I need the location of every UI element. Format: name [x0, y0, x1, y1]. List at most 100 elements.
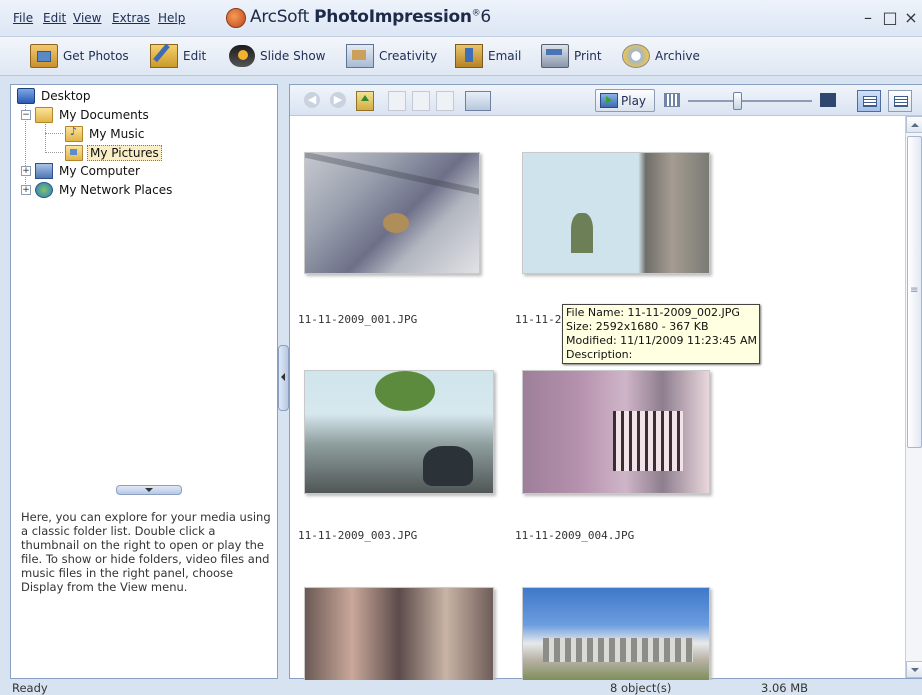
- status-object-count: 8 object(s): [610, 681, 672, 695]
- tree-item-my-documents[interactable]: − My Documents: [21, 106, 151, 124]
- up-folder-icon[interactable]: [356, 91, 374, 111]
- edit-icon: [150, 44, 178, 68]
- creativity-button[interactable]: Creativity: [346, 43, 437, 69]
- thumbnail-filename: 11-11-20: [515, 313, 568, 326]
- folder-icon: [35, 107, 53, 123]
- maximize-button[interactable]: □: [882, 8, 898, 27]
- creativity-label: Creativity: [379, 49, 438, 63]
- scroll-up-button[interactable]: [906, 116, 922, 133]
- tree-item-my-music[interactable]: My Music: [65, 125, 146, 143]
- tree-item-label: Desktop: [41, 89, 91, 103]
- get-photos-label: Get Photos: [63, 49, 129, 63]
- view-toolbar: ◀ ▶ Play: [290, 85, 922, 116]
- tree-item-my-computer[interactable]: + My Computer: [21, 162, 142, 180]
- tree-connector: [45, 133, 63, 134]
- thumbnail-image-004[interactable]: [522, 370, 710, 494]
- tree-item-my-network-places[interactable]: + My Network Places: [21, 181, 174, 199]
- play-label: Play: [621, 93, 647, 108]
- status-bar: Ready 8 object(s) 3.06 MB: [0, 680, 922, 695]
- tooltip-size: Size: 2592x1680 - 367 KB: [566, 320, 709, 333]
- title-menu-bar: File Edit View Extras Help ArcSoft Photo…: [0, 0, 922, 37]
- get-photos-button[interactable]: Get Photos: [30, 43, 129, 69]
- delete-icon[interactable]: [436, 91, 454, 111]
- tree-item-my-pictures[interactable]: My Pictures: [65, 144, 162, 162]
- archive-button[interactable]: Archive: [622, 43, 700, 69]
- help-description: Here, you can explore for your media usi…: [21, 510, 271, 594]
- email-label: Email: [488, 49, 522, 63]
- vertical-splitter-handle[interactable]: [278, 345, 289, 411]
- desktop-icon: [17, 88, 35, 104]
- forward-icon[interactable]: ▶: [330, 92, 346, 108]
- creativity-icon: [346, 44, 374, 68]
- vertical-scrollbar[interactable]: [905, 116, 922, 678]
- display-options-icon[interactable]: [465, 91, 491, 111]
- music-folder-icon: [65, 125, 83, 142]
- thumbnail-size-track[interactable]: [688, 100, 812, 102]
- minimize-button[interactable]: –: [860, 8, 876, 27]
- tree-item-label: My Documents: [59, 108, 149, 122]
- app-title: ArcSoft PhotoImpression®6: [250, 7, 491, 27]
- expand-toggle[interactable]: +: [21, 166, 31, 176]
- tooltip-file-name: File Name: 11-11-2009_002.JPG: [566, 306, 740, 319]
- thumbnail-image-005[interactable]: [304, 587, 494, 681]
- edit-button[interactable]: Edit: [150, 43, 206, 69]
- scroll-down-button[interactable]: [906, 661, 922, 678]
- main-toolbar: Get Photos Edit Slide Show Creativity Em…: [0, 37, 922, 76]
- play-button[interactable]: Play: [595, 89, 655, 112]
- menu-edit[interactable]: Edit: [43, 11, 66, 25]
- thumbnail-image-006[interactable]: [522, 587, 710, 681]
- menu-view[interactable]: View: [73, 11, 101, 25]
- print-label: Print: [574, 49, 602, 63]
- app-title-version: 6: [480, 7, 491, 27]
- thumbnail-image-001[interactable]: [304, 152, 480, 274]
- tooltip-description: Description:: [566, 348, 633, 361]
- thumbnail-image-003[interactable]: [304, 370, 494, 494]
- archive-label: Archive: [655, 49, 700, 63]
- folder-tree-panel: Desktop − My Documents My Music My Pictu…: [10, 84, 278, 679]
- tree-connector: [45, 121, 46, 153]
- thumbnail-filename: 11-11-2009_004.JPG: [515, 529, 635, 542]
- thumbnail-filename: 11-11-2009_001.JPG: [298, 313, 418, 326]
- file-info-tooltip: File Name: 11-11-2009_002.JPG Size: 2592…: [562, 304, 760, 364]
- slide-show-icon: [229, 45, 255, 67]
- tooltip-modified: Modified: 11/11/2009 11:23:45 AM: [566, 334, 757, 347]
- expand-toggle[interactable]: +: [21, 185, 31, 195]
- archive-icon: [622, 44, 650, 68]
- close-button[interactable]: ×: [903, 8, 919, 27]
- rotate-left-icon[interactable]: [388, 91, 406, 111]
- thumbnail-panel: ◀ ▶ Play 11-11-2009_001.JPG 11-11-20 11-…: [289, 84, 922, 681]
- menu-extras[interactable]: Extras: [112, 11, 150, 25]
- app-title-product: PhotoImpression: [314, 7, 472, 27]
- rotate-right-icon[interactable]: [412, 91, 430, 111]
- details-view-icon[interactable]: [888, 90, 912, 112]
- menu-file[interactable]: File: [13, 11, 33, 25]
- panel-splitter-handle[interactable]: [116, 485, 182, 495]
- collapse-toggle[interactable]: −: [21, 110, 31, 120]
- tree-item-desktop[interactable]: Desktop: [17, 87, 93, 105]
- edit-label: Edit: [183, 49, 207, 63]
- email-button[interactable]: Email: [455, 43, 521, 69]
- tree-connector: [45, 152, 63, 153]
- email-icon: [455, 44, 483, 68]
- tree-item-label: My Music: [89, 127, 145, 141]
- slide-show-button[interactable]: Slide Show: [229, 43, 325, 69]
- status-total-size: 3.06 MB: [761, 681, 809, 695]
- status-ready: Ready: [12, 681, 48, 695]
- thumbnail-view-icon[interactable]: [857, 90, 881, 112]
- scrollbar-thumb[interactable]: [907, 136, 922, 448]
- tree-item-label: My Pictures: [87, 145, 162, 161]
- thumbnail-size-slider[interactable]: [733, 92, 742, 110]
- large-thumbnails-icon[interactable]: [820, 93, 836, 107]
- pictures-folder-icon: [65, 145, 83, 161]
- tree-item-label: My Computer: [59, 164, 140, 178]
- computer-icon: [35, 163, 53, 179]
- print-button[interactable]: Print: [541, 43, 602, 69]
- network-icon: [35, 182, 53, 198]
- small-thumbnails-icon[interactable]: [664, 93, 680, 107]
- print-icon: [541, 44, 569, 68]
- back-icon[interactable]: ◀: [304, 92, 320, 108]
- arcsoft-logo-icon: [226, 8, 246, 28]
- thumbnail-image-002[interactable]: [522, 152, 710, 274]
- slide-show-label: Slide Show: [260, 49, 326, 63]
- menu-help[interactable]: Help: [158, 11, 185, 25]
